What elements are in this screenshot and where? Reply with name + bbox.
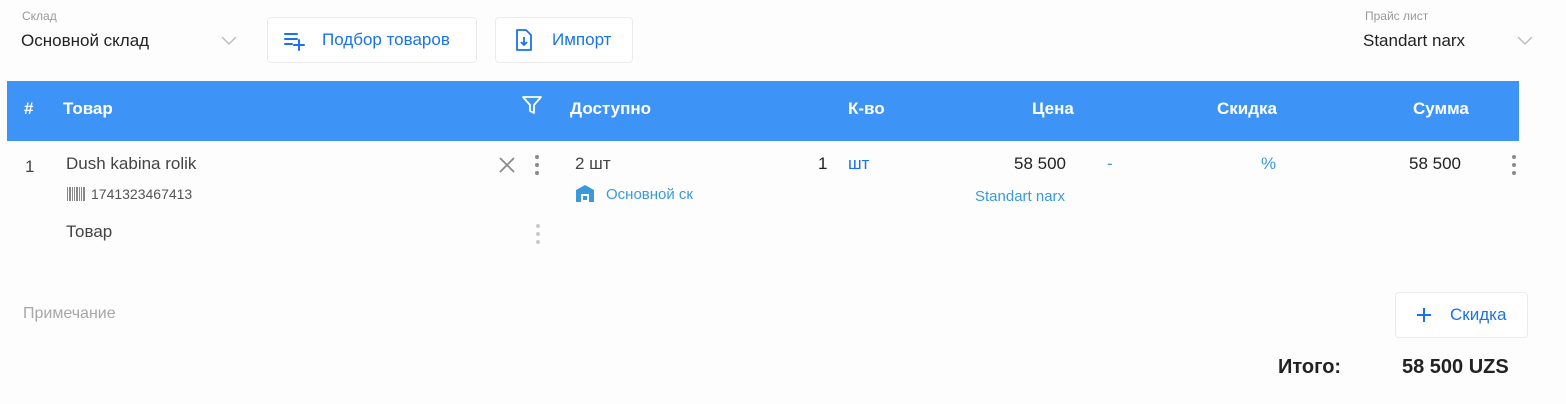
type-menu-icon[interactable] bbox=[535, 224, 541, 244]
row-sum: 58 500 bbox=[1409, 154, 1461, 173]
price-list-label: Прайс лист bbox=[1365, 9, 1429, 23]
column-number: # bbox=[24, 99, 34, 118]
pick-products-label: Подбор товаров bbox=[322, 30, 450, 49]
column-price: Цена bbox=[1032, 99, 1074, 118]
playlist-add-icon bbox=[282, 28, 306, 52]
product-name[interactable]: Dush kabina rolik bbox=[66, 154, 196, 174]
discount-value[interactable]: - bbox=[1107, 154, 1113, 174]
close-icon[interactable] bbox=[498, 156, 516, 174]
column-qty: К-во bbox=[848, 99, 885, 118]
total-label: Итого: bbox=[1278, 356, 1342, 378]
import-button[interactable]: Импорт bbox=[495, 17, 633, 63]
add-discount-button[interactable]: Скидка bbox=[1395, 292, 1528, 338]
row-price-list[interactable]: Standart narx bbox=[975, 188, 1065, 205]
barcode-icon bbox=[67, 187, 85, 201]
chevron-down-icon[interactable] bbox=[221, 36, 237, 46]
import-label: Импорт bbox=[552, 30, 612, 49]
available-qty: 2 шт bbox=[575, 154, 611, 173]
table-header: # Товар Доступно К-во Цена Скидка Сумма bbox=[7, 81, 1519, 141]
warehouse-label: Склад bbox=[22, 9, 57, 23]
price-value[interactable]: 58 500 bbox=[1014, 154, 1066, 174]
qty-value[interactable]: 1 bbox=[818, 154, 827, 174]
document-form: Склад Основной склад Подбор товаров Импо… bbox=[0, 0, 1566, 404]
column-sum: Сумма bbox=[1413, 99, 1469, 118]
pick-products-button[interactable]: Подбор товаров bbox=[267, 17, 477, 63]
total-value: 58 500 UZS bbox=[1402, 356, 1509, 378]
file-import-icon bbox=[512, 28, 536, 52]
warehouse-value: Основной склад bbox=[21, 31, 150, 50]
column-available: Доступно bbox=[570, 99, 652, 118]
column-product: Товар bbox=[63, 99, 113, 118]
warehouse-icon bbox=[576, 185, 594, 202]
column-discount: Скидка bbox=[1217, 99, 1277, 118]
product-type: Товар bbox=[66, 222, 113, 241]
note-input[interactable]: Примечание bbox=[23, 305, 116, 323]
discount-unit[interactable]: % bbox=[1261, 154, 1276, 174]
row-number: 1 bbox=[25, 157, 35, 176]
filter-icon[interactable] bbox=[521, 94, 543, 116]
unit-select[interactable]: шт bbox=[848, 154, 869, 174]
row-menu-icon[interactable] bbox=[534, 155, 540, 175]
chevron-down-icon[interactable] bbox=[1517, 36, 1533, 46]
price-list-value: Standart narx bbox=[1363, 31, 1466, 50]
add-discount-label: Скидка bbox=[1450, 305, 1507, 324]
product-barcode: 1741323467413 bbox=[91, 186, 193, 202]
row-actions-icon[interactable] bbox=[1511, 155, 1517, 175]
available-warehouse: Основной ск bbox=[606, 186, 693, 203]
plus-icon bbox=[1412, 303, 1436, 327]
